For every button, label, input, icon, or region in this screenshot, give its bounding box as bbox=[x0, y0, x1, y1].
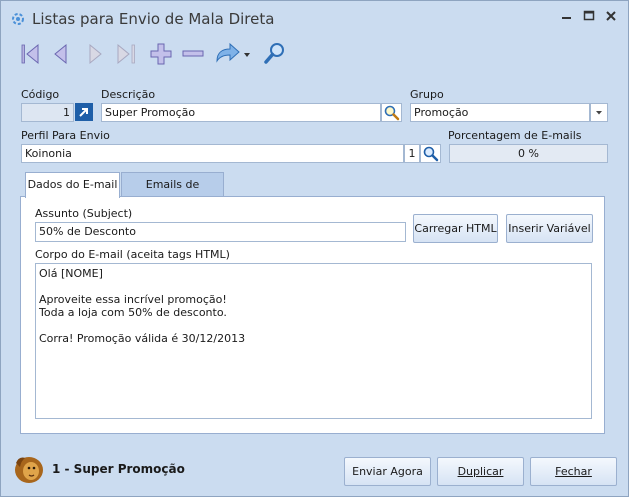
lion-logo-icon bbox=[15, 457, 43, 483]
perfil-code: 1 bbox=[404, 144, 420, 163]
search-icon bbox=[384, 105, 400, 121]
maximize-icon bbox=[583, 10, 595, 21]
search-button[interactable] bbox=[261, 39, 289, 69]
redo-dropdown[interactable] bbox=[241, 39, 253, 69]
codigo-label: Código bbox=[21, 88, 60, 101]
title-bar: Listas para Envio de Mala Direta bbox=[1, 1, 628, 35]
record-title: 1 - Super Promoção bbox=[52, 462, 185, 476]
remove-record-button[interactable] bbox=[179, 39, 207, 69]
duplicar-button[interactable]: Duplicar bbox=[437, 457, 524, 486]
search-icon bbox=[423, 146, 439, 162]
perfil-field[interactable]: Koinonia bbox=[21, 144, 404, 163]
perfil-search-button[interactable] bbox=[420, 144, 441, 163]
body-line: Corra! Promoção válida é 30/12/2013 bbox=[39, 332, 246, 345]
first-icon bbox=[21, 43, 39, 65]
window-title: Listas para Envio de Mala Direta bbox=[32, 10, 275, 28]
redo-arrow-icon bbox=[216, 42, 240, 63]
last-record-button[interactable] bbox=[113, 39, 141, 69]
magnifier-icon bbox=[264, 43, 284, 64]
grupo-dropdown-button[interactable] bbox=[590, 103, 608, 122]
body-line bbox=[39, 319, 588, 332]
codigo-link-button[interactable] bbox=[75, 103, 93, 121]
porcentagem-value: 0 % bbox=[518, 147, 539, 160]
redo-button[interactable] bbox=[213, 39, 241, 69]
close-icon bbox=[606, 11, 616, 21]
descricao-field[interactable]: Super Promoção bbox=[101, 103, 381, 122]
maximize-button[interactable] bbox=[579, 9, 599, 27]
add-record-button[interactable] bbox=[147, 39, 175, 69]
open-link-icon bbox=[79, 108, 88, 117]
body-line: Aproveite essa incrível promoção! bbox=[39, 293, 227, 306]
minus-icon bbox=[182, 50, 204, 57]
previous-icon bbox=[54, 43, 67, 65]
body-line bbox=[39, 280, 588, 293]
fechar-button[interactable]: Fechar bbox=[530, 457, 617, 486]
body-line: Olá [NOME] bbox=[39, 267, 103, 280]
corpo-textarea[interactable]: Olá [NOME] Aproveite essa incrível promo… bbox=[35, 263, 592, 419]
next-record-button[interactable] bbox=[81, 39, 109, 69]
descricao-search-button[interactable] bbox=[381, 103, 402, 122]
minimize-button[interactable] bbox=[557, 9, 577, 27]
previous-record-button[interactable] bbox=[47, 39, 75, 69]
last-icon bbox=[117, 43, 135, 65]
first-record-button[interactable] bbox=[17, 39, 45, 69]
minimize-icon bbox=[562, 17, 571, 19]
navigation-toolbar bbox=[17, 39, 317, 69]
carregar-html-button[interactable]: Carregar HTML bbox=[413, 214, 498, 243]
plus-icon bbox=[150, 43, 172, 65]
inserir-variavel-button[interactable]: Inserir Variável bbox=[506, 214, 593, 243]
tab-dados-email[interactable]: Dados do E-mail bbox=[25, 172, 120, 198]
enviar-agora-label: Enviar Agora bbox=[352, 465, 423, 478]
fechar-label: Fechar bbox=[555, 465, 592, 478]
next-icon bbox=[89, 43, 102, 65]
porcentagem-progress: 0 % bbox=[449, 144, 608, 163]
main-window: Listas para Envio de Mala Direta Código … bbox=[0, 0, 629, 497]
body-line: Toda a loja com 50% de desconto. bbox=[39, 306, 227, 319]
tab-emails-clientes[interactable]: Emails de Clientes bbox=[121, 172, 224, 214]
perfil-label: Perfil Para Envio bbox=[21, 129, 110, 142]
enviar-agora-button[interactable]: Enviar Agora bbox=[344, 457, 431, 486]
assunto-label: Assunto (Subject) bbox=[35, 207, 133, 220]
assunto-field[interactable]: 50% de Desconto bbox=[35, 222, 406, 242]
grupo-label: Grupo bbox=[410, 88, 444, 101]
grupo-select[interactable]: Promoção bbox=[410, 103, 590, 122]
app-icon bbox=[12, 13, 24, 25]
chevron-down-icon bbox=[596, 111, 602, 115]
close-button[interactable] bbox=[601, 9, 621, 27]
codigo-field[interactable]: 1 bbox=[21, 103, 74, 122]
corpo-label: Corpo do E-mail (aceita tags HTML) bbox=[35, 248, 230, 261]
duplicar-label: Duplicar bbox=[457, 465, 504, 478]
chevron-down-icon bbox=[244, 53, 250, 57]
descricao-label: Descrição bbox=[101, 88, 156, 101]
